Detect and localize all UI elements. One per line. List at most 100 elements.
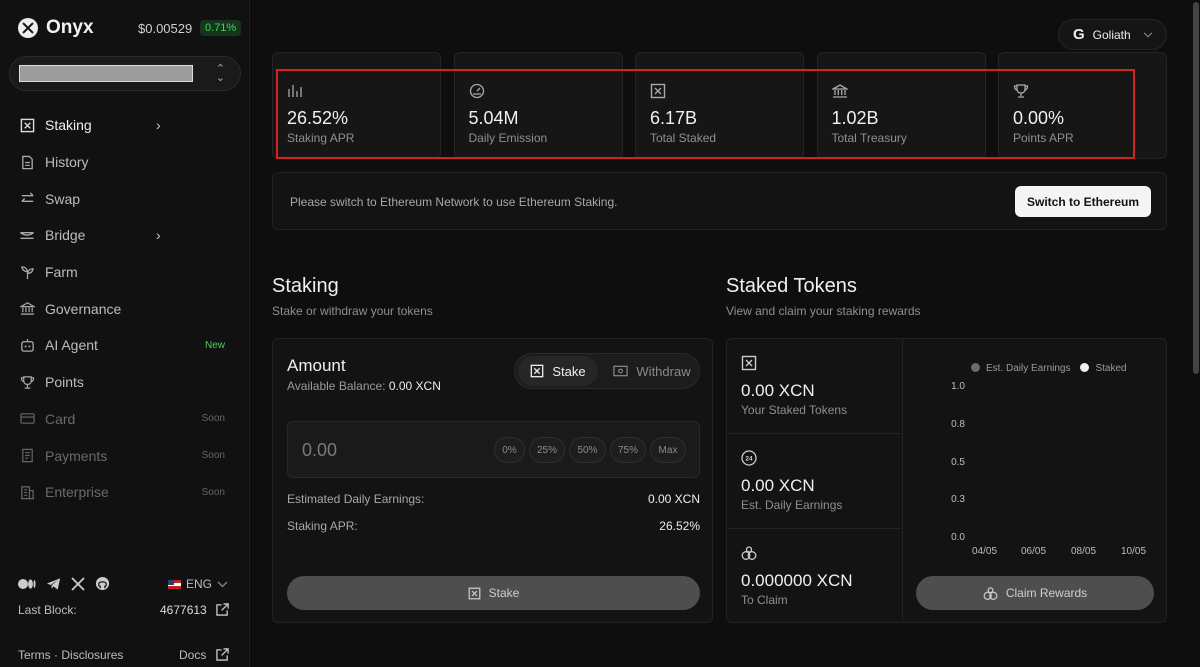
- claim-rewards-button[interactable]: Claim Rewards: [916, 576, 1154, 610]
- sidebar-item-label: Farm: [45, 264, 78, 281]
- price-change-badge: 0.71%: [200, 20, 242, 36]
- tab-label: Withdraw: [636, 363, 691, 379]
- bank-icon: [831, 84, 848, 98]
- token-price: $0.00529: [138, 21, 193, 36]
- scrollbar-thumb[interactable]: [1193, 2, 1199, 374]
- legend-dot: [1080, 363, 1090, 372]
- governance-icon: [18, 300, 36, 318]
- network-selector[interactable]: G Goliath: [1058, 19, 1167, 50]
- disclosures-link[interactable]: Disclosures: [61, 648, 123, 662]
- network-name: Goliath: [1092, 27, 1131, 42]
- token-value: 0.00 XCN: [741, 381, 815, 400]
- sidebar-item-history[interactable]: History: [0, 144, 250, 181]
- logo[interactable]: Onyx: [18, 17, 94, 39]
- switch-to-ethereum-button[interactable]: Switch to Ethereum: [1015, 186, 1151, 217]
- x-tick-label: 08/05: [1071, 546, 1097, 557]
- language-label: ENG: [186, 577, 213, 591]
- sidebar-item-label: Payments: [45, 447, 108, 464]
- gauge-icon: [469, 83, 484, 99]
- swap-icon: [18, 190, 36, 208]
- terms-link[interactable]: Terms: [18, 648, 51, 662]
- sidebar-item-label: Points: [45, 374, 84, 391]
- us-flag-icon: [168, 579, 181, 589]
- est-earnings-label: Estimated Daily Earnings:: [287, 492, 425, 506]
- sidebar-item-label: Enterprise: [45, 484, 109, 501]
- stat-label: Total Treasury: [831, 131, 907, 145]
- staked-tokens-card: 0.00 XCN Your Staked Tokens 24 0.00 XCN …: [726, 338, 1167, 623]
- x-twitter-icon[interactable]: [71, 576, 85, 591]
- notice-text: Please switch to Ethereum Network to use…: [290, 195, 618, 209]
- wallet-selector[interactable]: ⌃ ⌄: [9, 56, 241, 91]
- token-label: Est. Daily Earnings: [741, 498, 843, 512]
- legend-item-staked: Staked: [1080, 363, 1127, 374]
- amount-title: Amount: [287, 356, 346, 375]
- percent-25-button[interactable]: 25%: [529, 437, 565, 463]
- percent-0-button[interactable]: 0%: [494, 437, 525, 463]
- token-value: 0.00 XCN: [741, 476, 815, 495]
- staking-apr-label: Staking APR:: [287, 519, 358, 533]
- your-staked-tokens: 0.00 XCN Your Staked Tokens: [727, 339, 903, 434]
- stat-label: Daily Emission: [468, 131, 548, 145]
- sidebar: Onyx $0.00529 0.71% ⌃ ⌄ Staking › History…: [0, 0, 250, 667]
- sidebar-item-card[interactable]: Card Soon: [0, 401, 250, 438]
- stat-value: 26.52%: [287, 108, 349, 128]
- sidebar-item-staking[interactable]: Staking ›: [0, 107, 250, 144]
- stat-label: Staking APR: [287, 131, 355, 145]
- chevron-right-icon: ›: [156, 227, 161, 244]
- staking-icon: [650, 83, 666, 99]
- sidebar-item-farm[interactable]: Farm: [0, 254, 250, 291]
- sidebar-item-payments[interactable]: Payments Soon: [0, 437, 250, 474]
- docs-link[interactable]: Docs: [179, 648, 206, 662]
- payments-icon: [18, 447, 36, 465]
- staking-subtitle: Stake or withdraw your tokens: [272, 304, 433, 318]
- brand-name: Onyx: [46, 17, 94, 38]
- sidebar-item-bridge[interactable]: Bridge ›: [0, 217, 250, 254]
- soon-badge: Soon: [201, 450, 225, 462]
- trophy-icon: [18, 373, 36, 391]
- svg-text:24: 24: [745, 456, 753, 463]
- amount-input[interactable]: [302, 438, 452, 462]
- last-block-label: Last Block:: [18, 603, 77, 617]
- stat-value: 1.02B: [831, 108, 879, 128]
- staking-apr-row: Staking APR: 26.52%: [287, 519, 700, 533]
- clock-24-icon: 24: [741, 450, 757, 466]
- tab-stake[interactable]: Stake: [518, 356, 598, 386]
- sidebar-item-points[interactable]: Points: [0, 364, 250, 401]
- stake-button[interactable]: Stake: [287, 576, 700, 610]
- language-selector[interactable]: ENG: [168, 577, 228, 591]
- y-tick-label: 0.8: [951, 419, 965, 430]
- farm-icon: [18, 263, 36, 281]
- sidebar-item-swap[interactable]: Swap: [0, 180, 250, 217]
- sidebar-item-governance[interactable]: Governance: [0, 290, 250, 327]
- sidebar-item-enterprise[interactable]: Enterprise Soon: [0, 474, 250, 511]
- x-tick-label: 06/05: [1021, 546, 1047, 557]
- staked-tokens-subtitle: View and claim your staking rewards: [726, 304, 921, 318]
- max-button[interactable]: Max: [650, 437, 686, 463]
- token-value: 0.000000 XCN: [741, 571, 853, 590]
- tab-withdraw[interactable]: Withdraw: [607, 356, 697, 386]
- available-balance: Available Balance: 0.00 XCN: [287, 379, 441, 393]
- social-links: [18, 576, 110, 591]
- chevron-down-icon: [217, 581, 228, 587]
- est-daily-earnings: 24 0.00 XCN Est. Daily Earnings: [727, 434, 903, 529]
- github-icon[interactable]: [95, 576, 110, 591]
- staking-icon: [468, 587, 481, 599]
- percent-75-button[interactable]: 75%: [610, 437, 646, 463]
- page-scrollbar[interactable]: [1192, 0, 1200, 667]
- sidebar-item-label: Bridge: [45, 227, 86, 244]
- stat-value: 0.00%: [1013, 108, 1065, 128]
- medium-icon[interactable]: [18, 578, 36, 590]
- external-link-icon[interactable]: [216, 603, 229, 616]
- footer-links: Terms · Disclosures: [18, 648, 123, 662]
- y-tick-label: 0.5: [951, 457, 965, 468]
- telegram-icon[interactable]: [46, 577, 61, 591]
- legend-item-est-daily-earnings: Est. Daily Earnings: [971, 363, 1070, 374]
- percent-50-button[interactable]: 50%: [569, 437, 606, 463]
- stat-label: Total Staked: [650, 131, 717, 145]
- goliath-logo-icon: G: [1073, 26, 1085, 43]
- legend-label: Est. Daily Earnings: [986, 363, 1071, 374]
- external-link-icon[interactable]: [216, 648, 229, 661]
- ai-agent-icon: [18, 336, 36, 354]
- sidebar-item-ai-agent[interactable]: AI Agent New: [0, 327, 250, 364]
- token-label: To Claim: [741, 593, 788, 607]
